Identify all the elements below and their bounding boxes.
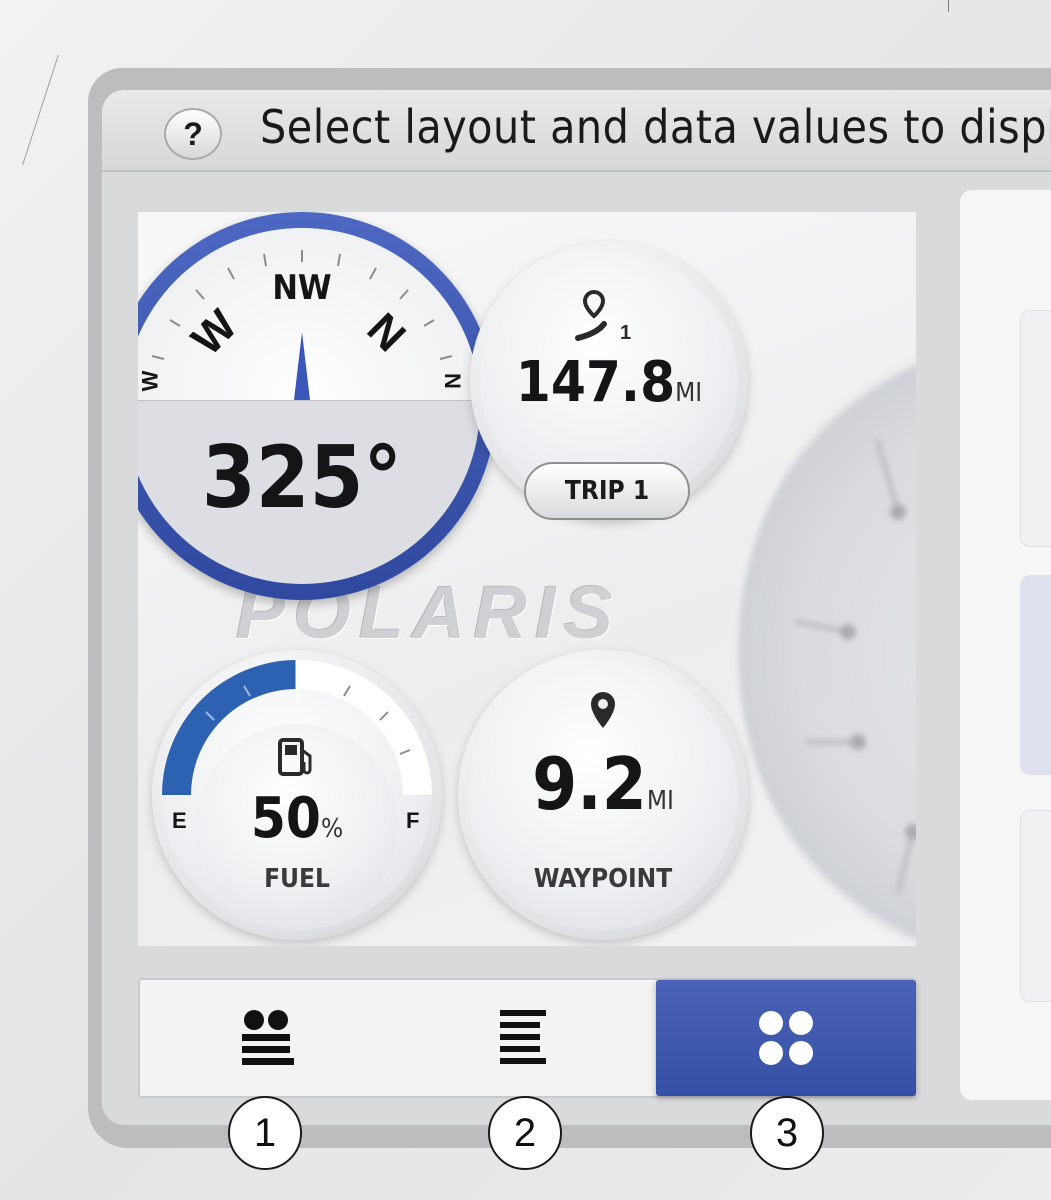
help-button[interactable]: ? xyxy=(164,108,222,160)
compass-gauge[interactable]: NW W N W N 325° xyxy=(138,212,496,600)
trip-distance-unit: MI xyxy=(675,378,703,408)
fuel-pump-icon xyxy=(278,738,312,776)
compass-north-label: NW xyxy=(272,268,332,308)
waypoint-value: 9.2 xyxy=(532,742,647,826)
compass-face: NW W N W N 325° xyxy=(138,228,480,584)
layout-two-gauges-icon xyxy=(242,1010,294,1065)
trip-distance-value: 147.8 xyxy=(515,350,676,415)
trip-face: 1 147.8MI TRIP 1 xyxy=(480,252,738,520)
help-icon: ? xyxy=(183,115,203,152)
bezel-mark xyxy=(948,0,949,12)
fuel-empty-label: E xyxy=(172,808,187,833)
callout-2: 2 xyxy=(488,1096,562,1170)
fuel-percentage: 50% xyxy=(162,786,432,851)
fuel-value: 50 xyxy=(250,786,321,851)
trip-gauge[interactable]: 1 147.8MI TRIP 1 xyxy=(470,242,748,520)
fuel-full-label: F xyxy=(406,808,420,833)
header-bar: ? Select layout and data values to displ… xyxy=(102,90,1051,172)
layout-list-icon xyxy=(500,1010,546,1064)
data-value-panel xyxy=(960,190,1051,1100)
layout-option-2[interactable] xyxy=(392,980,654,1096)
trip-index: 1 xyxy=(620,322,632,344)
callout-3: 3 xyxy=(750,1096,824,1170)
waypoint-distance: 9.2MI xyxy=(468,742,738,826)
layout-four-gauges-icon xyxy=(759,1011,813,1065)
fuel-label: FUEL xyxy=(264,864,330,894)
map-pin-icon xyxy=(591,692,615,728)
header-instruction: Select layout and data values to display xyxy=(260,100,1051,154)
layout-selector xyxy=(138,978,916,1098)
fuel-unit: % xyxy=(320,814,344,844)
compass-far-north-label: N xyxy=(439,373,465,389)
callout-1: 1 xyxy=(228,1096,302,1170)
background-speedometer xyxy=(738,332,916,946)
waypoint-gauge[interactable]: 9.2MI WAYPOINT xyxy=(458,650,748,940)
waypoint-face: 9.2MI WAYPOINT xyxy=(468,660,738,930)
layout-option-3[interactable] xyxy=(656,980,916,1096)
display-screen: ? Select layout and data values to displ… xyxy=(102,90,1051,1125)
data-value-slot[interactable] xyxy=(1020,810,1051,1002)
compass-far-west-label: W xyxy=(138,370,163,392)
layout-option-1[interactable] xyxy=(140,980,392,1096)
layout-preview: POLARIS NW W N W N 325° 1 147.8MI TRIP 1… xyxy=(138,212,916,946)
trip-select-button[interactable]: TRIP 1 xyxy=(524,462,690,520)
fuel-gauge[interactable]: 50% E F FUEL xyxy=(152,650,442,940)
data-value-slot[interactable] xyxy=(1020,310,1051,547)
compass-heading-value: 325° xyxy=(201,428,403,528)
data-value-slot-selected[interactable] xyxy=(1020,575,1051,775)
waypoint-label: WAYPOINT xyxy=(533,864,673,894)
fuel-face: 50% E F FUEL xyxy=(162,660,432,930)
trip-distance: 147.8MI xyxy=(480,350,738,415)
compass-heading-needle xyxy=(294,332,310,400)
waypoint-unit: MI xyxy=(646,786,674,816)
